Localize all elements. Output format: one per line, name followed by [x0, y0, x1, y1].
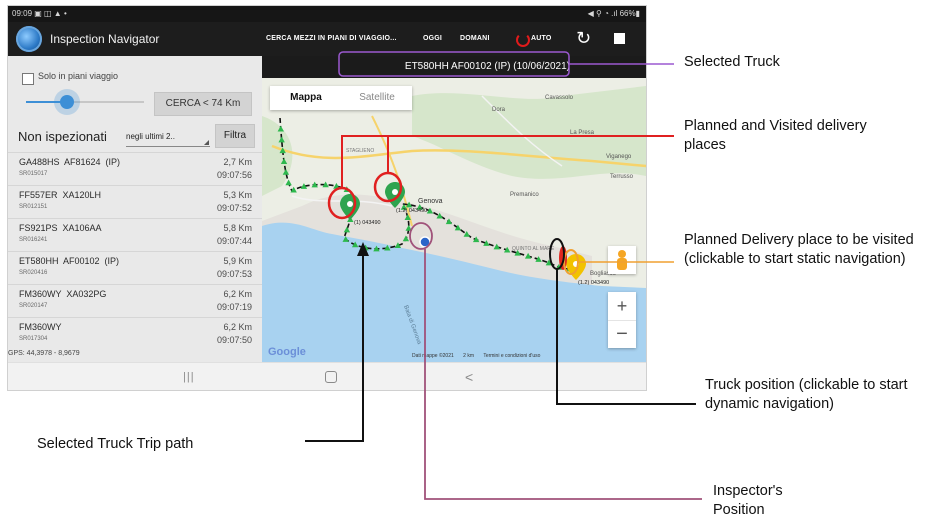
- place-label: Cavassolo: [545, 95, 574, 101]
- map-footer: Dati mappe ©2021 2 km Termini e condizio…: [412, 353, 644, 359]
- truck-time: 09:07:53: [216, 269, 252, 279]
- place-label: Viganego: [606, 154, 632, 160]
- gps-readout: GPS: 44,3978 - 8,9679: [8, 350, 80, 357]
- truck-row[interactable]: FS921PS XA106AA SR016241 5,8 Km 09:07:44: [8, 218, 262, 251]
- annotation-inspector: Inspector's Position: [713, 483, 783, 518]
- truck-distance: 5,8 Km: [223, 223, 252, 233]
- zoom-out-button[interactable]: −: [608, 320, 636, 348]
- marker-label: (1.2) 043490: [396, 208, 427, 214]
- tab-map[interactable]: Mappa: [270, 86, 342, 110]
- truck-list: GA488HS AF81624 (IP) SR015017 2,7 Km 09:…: [8, 152, 262, 350]
- auto-button[interactable]: AUTO: [531, 22, 552, 56]
- truck-distance: 5,3 Km: [223, 190, 252, 200]
- status-left: 09:09 ▣ ◫ ▲ •: [12, 9, 67, 18]
- stop-icon[interactable]: [614, 33, 625, 44]
- globe-icon: [16, 26, 42, 52]
- pegman-head: [618, 250, 626, 258]
- truck-position-marker: [559, 246, 567, 270]
- truck-distance: 5,9 Km: [223, 256, 252, 266]
- truck-sr-code: SR020147: [19, 303, 48, 309]
- zoom-in-button[interactable]: +: [608, 292, 636, 320]
- pegman-body: [617, 258, 627, 270]
- truck-plate: FF557ER XA120LH: [19, 190, 102, 200]
- truck-time: 09:07:56: [216, 170, 252, 180]
- truck-distance: 2,7 Km: [223, 157, 252, 167]
- truck-sr-code: SR012151: [19, 204, 48, 210]
- truck-time: 09:07:44: [216, 236, 252, 246]
- visited-pin-dot: [392, 189, 398, 195]
- annotation-selected-truck: Selected Truck: [684, 54, 780, 70]
- map-scale: 2 km: [463, 353, 474, 359]
- truck-plate: GA488HS AF81624 (IP): [19, 157, 121, 167]
- truck-plate: FS921PS XA106AA: [19, 223, 102, 233]
- place-label: Premanico: [510, 192, 539, 198]
- tablet-screen: 09:09 ▣ ◫ ▲ • ◀ ⚲ ◔ .ıl 66%▮ Inspection …: [8, 6, 646, 390]
- place-label: QUINTO AL MARE: [512, 246, 555, 252]
- truck-row-selected[interactable]: ET580HH AF00102 (IP) SR020416 5,9 Km 09:…: [8, 251, 262, 284]
- place-label: Dora: [492, 107, 506, 113]
- truck-distance: 6,2 Km: [223, 322, 252, 332]
- place-label: La Presa: [570, 130, 595, 136]
- marker-label: (1) 043490: [354, 220, 381, 226]
- truck-time: 09:07:52: [216, 203, 252, 213]
- refresh-icon[interactable]: ↻: [576, 28, 591, 48]
- truck-plate: FM360WY: [19, 322, 62, 332]
- truck-row[interactable]: FM360WY SR017304 6,2 Km 09:07:50: [8, 317, 262, 350]
- app-bar: Inspection Navigator CERCA MEZZI IN PIAN…: [8, 22, 646, 56]
- zoom-control: + −: [608, 292, 636, 348]
- place-label: STAGLIENO: [346, 148, 374, 154]
- truck-plate: FM360WY XA032PG: [19, 289, 107, 299]
- map-data-credit[interactable]: Dati mappe ©2021: [412, 353, 454, 359]
- tomorrow-button[interactable]: DOMANI: [460, 22, 490, 56]
- truck-search-panel: Solo in piani viaggio CERCA < 74 Km Non …: [8, 56, 262, 362]
- truck-row[interactable]: FF557ER XA120LH SR012151 5,3 Km 09:07:52: [8, 185, 262, 218]
- home-button[interactable]: [325, 371, 337, 383]
- back-button[interactable]: <: [465, 363, 473, 390]
- truck-sr-code: SR015017: [19, 171, 48, 177]
- map-type-tabs: Mappa Satellite: [270, 86, 412, 110]
- map-terms-link[interactable]: Termini e condizioni d'uso: [483, 353, 540, 359]
- truck-sr-code: SR017304: [19, 336, 48, 342]
- truck-time: 09:07:50: [216, 335, 252, 345]
- planned-pin-dot: [573, 261, 579, 267]
- filter-button[interactable]: Filtra: [215, 124, 255, 148]
- annotation-planned-delivery: Planned Delivery place to be visited (cl…: [684, 232, 914, 267]
- truck-plate: ET580HH AF00102 (IP): [19, 256, 120, 266]
- only-in-plans-checkbox[interactable]: [22, 73, 34, 85]
- app-title: Inspection Navigator: [50, 32, 160, 46]
- truck-sr-code: SR016241: [19, 237, 48, 243]
- annotation-truck-position: Truck position (clickable to start dynam…: [705, 377, 908, 412]
- status-right: ◀ ⚲ ◔ .ıl 66%▮: [587, 9, 640, 18]
- tab-satellite[interactable]: Satellite: [342, 86, 412, 110]
- today-button[interactable]: OGGI: [423, 22, 442, 56]
- truck-row[interactable]: FM360WY XA032PG SR020147 6,2 Km 09:07:19: [8, 284, 262, 317]
- truck-time: 09:07:19: [216, 302, 252, 312]
- visited-pin-dot: [347, 201, 353, 207]
- dropdown-arrow-icon: [204, 140, 209, 145]
- only-in-plans-label: Solo in piani viaggio: [38, 71, 119, 81]
- place-label: Genova: [418, 198, 443, 205]
- status-bar: 09:09 ▣ ◫ ▲ • ◀ ⚲ ◔ .ıl 66%▮: [8, 6, 646, 22]
- not-inspected-label: Non ispezionati: [18, 129, 107, 144]
- google-logo: Google: [268, 346, 306, 358]
- recents-button[interactable]: |||: [183, 363, 195, 390]
- map-view[interactable]: Dora Cavassolo La Presa Viganego Terruss…: [262, 56, 646, 362]
- truck-sr-code: SR020416: [19, 270, 48, 276]
- annotation-trip-path: Selected Truck Trip path: [37, 436, 194, 452]
- street-view-icon[interactable]: [608, 246, 636, 274]
- annotation-planned-visited: Planned and Visited delivery places: [684, 118, 867, 153]
- power-icon[interactable]: [516, 33, 530, 47]
- android-nav-bar: ||| <: [8, 362, 646, 390]
- selected-truck-bar: ET580HH AF00102 (IP) (10/06/2021): [262, 56, 646, 78]
- inspector-position-marker: [419, 236, 431, 248]
- period-select[interactable]: negli ultimi 2..: [126, 128, 210, 147]
- period-select-value: negli ultimi 2..: [126, 132, 175, 141]
- place-label: Terrusso: [610, 174, 634, 180]
- search-distance-button[interactable]: CERCA < 74 Km: [154, 92, 252, 116]
- search-trucks-in-plans-button[interactable]: CERCA MEZZI IN PIANI DI VIAGGIO...: [266, 22, 397, 56]
- marker-label: (1.2) 043490: [578, 280, 609, 286]
- truck-distance: 6,2 Km: [223, 289, 252, 299]
- truck-row[interactable]: GA488HS AF81624 (IP) SR015017 2,7 Km 09:…: [8, 152, 262, 185]
